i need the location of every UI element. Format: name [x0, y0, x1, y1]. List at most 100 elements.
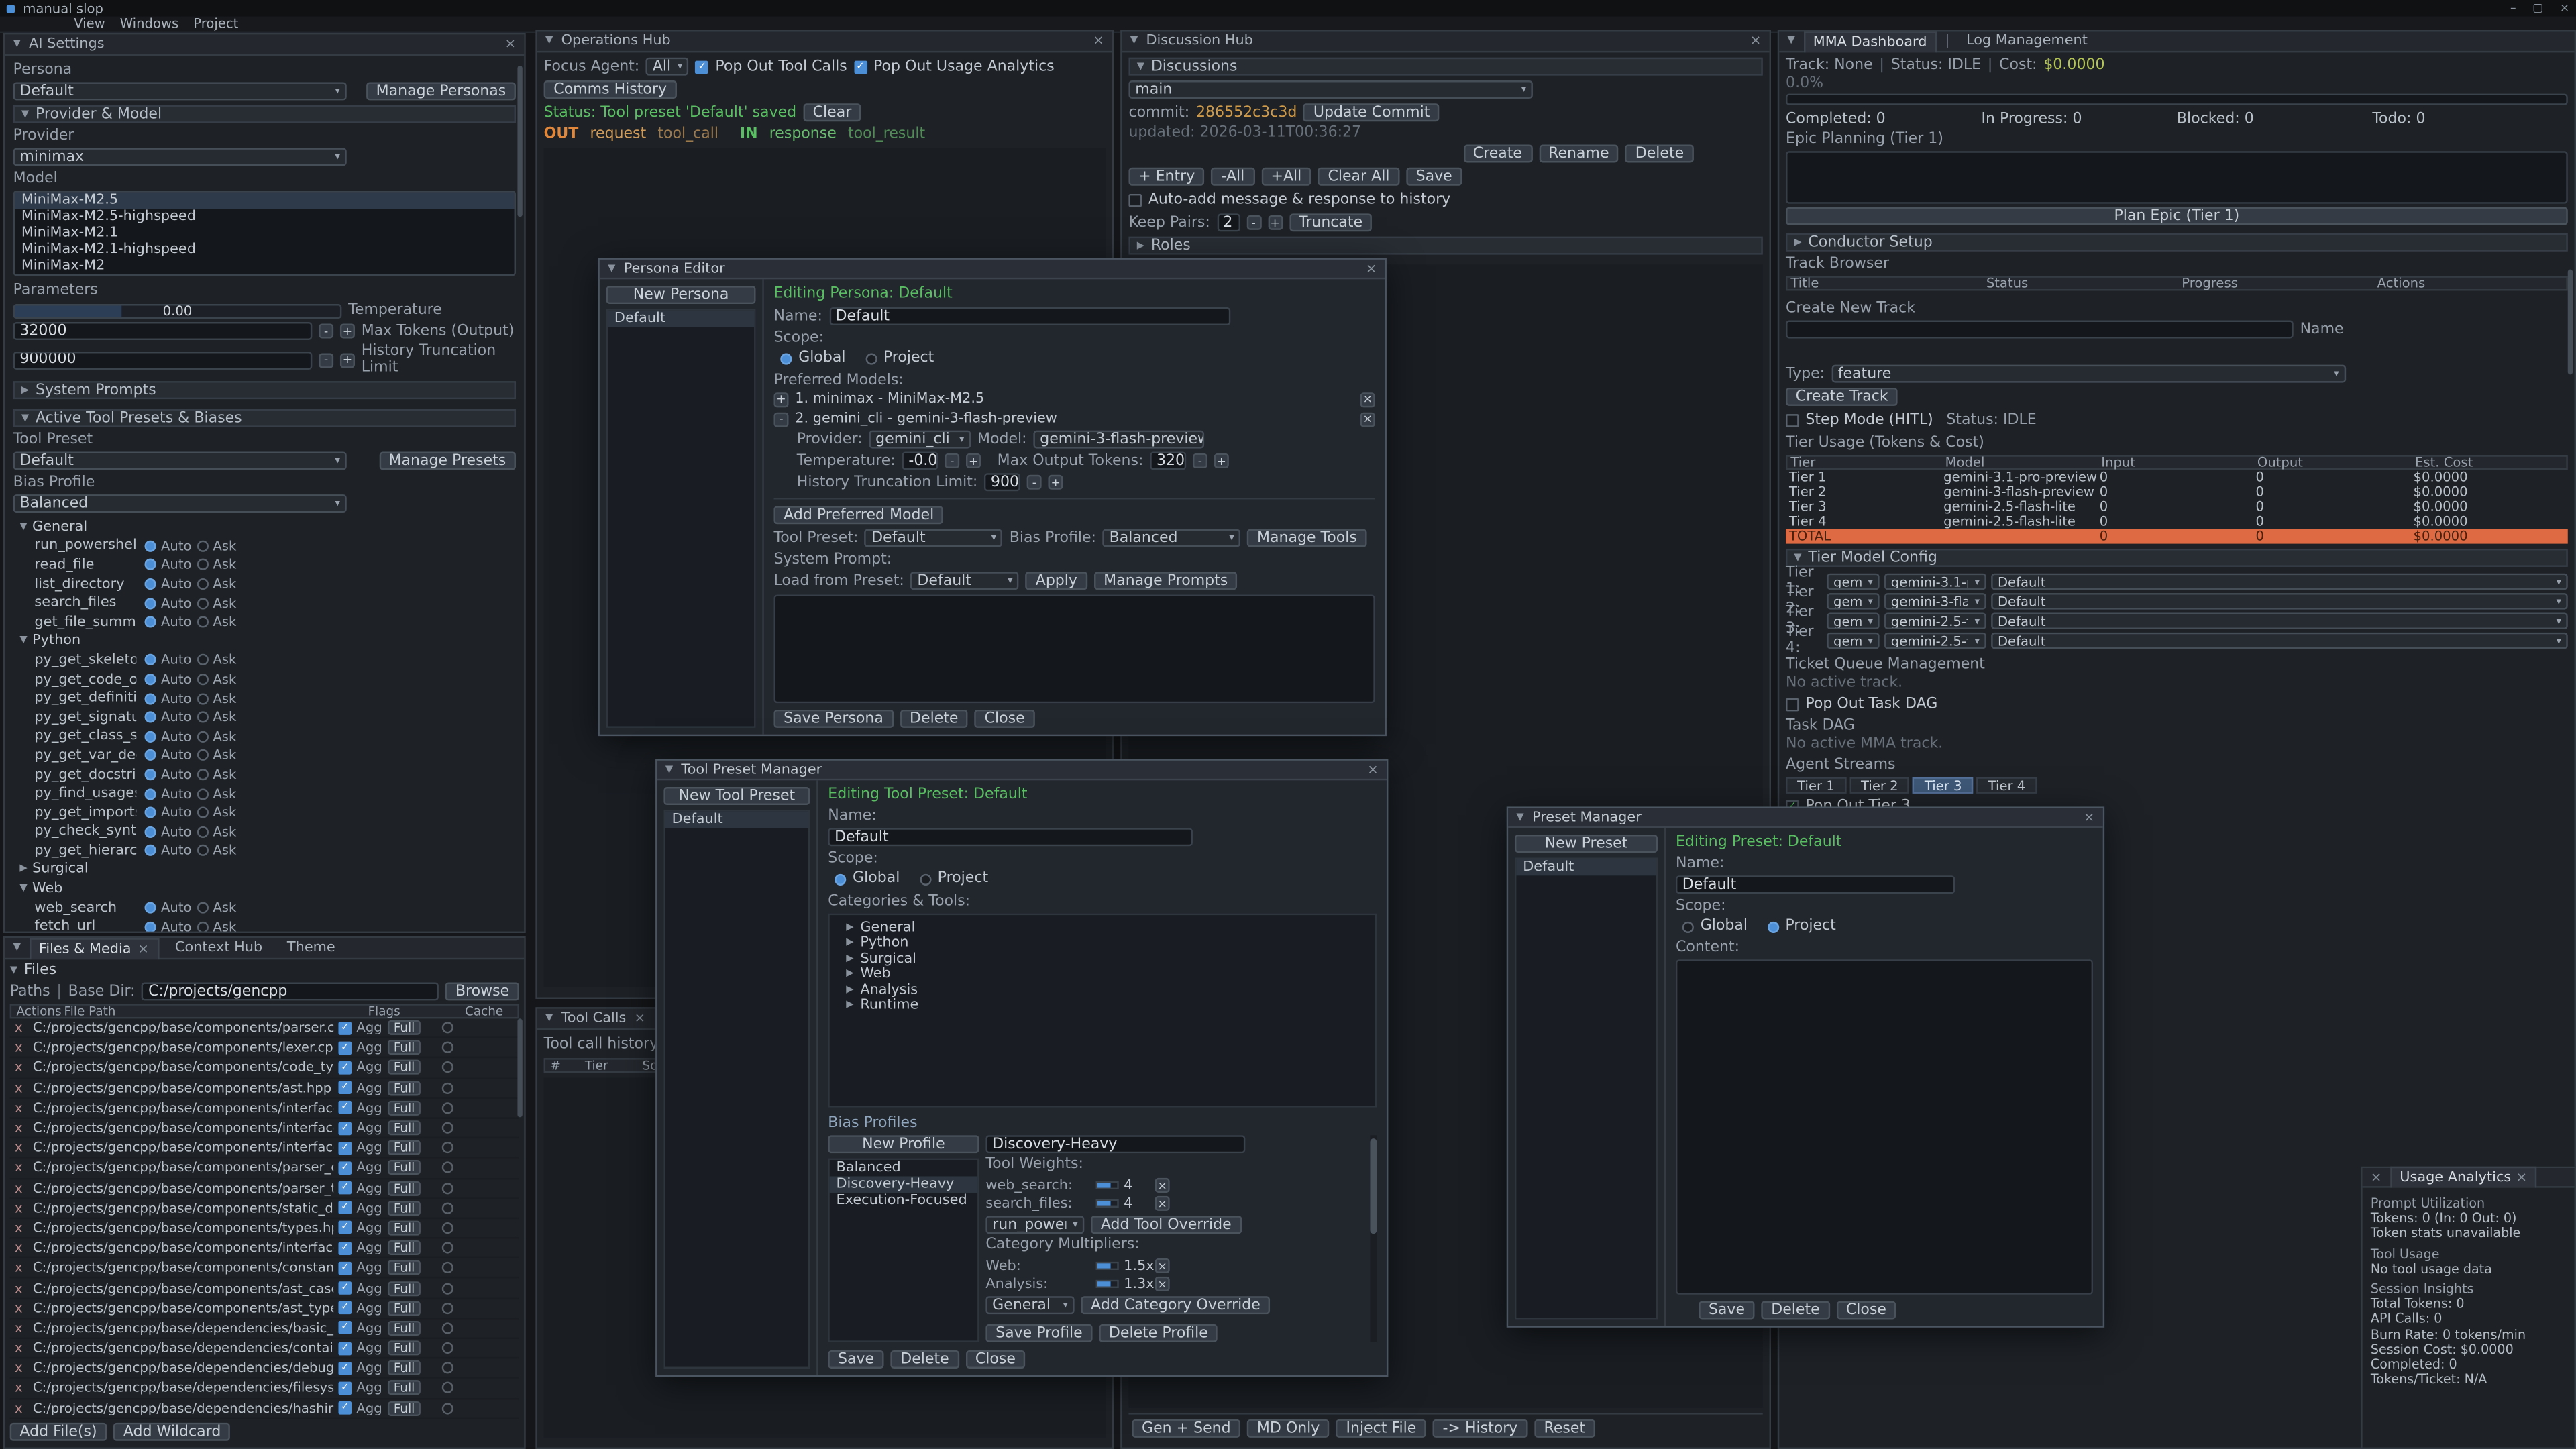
save-persona-button[interactable]: Save Persona [773, 710, 893, 728]
plan-epic-button[interactable]: Plan Epic (Tier 1) [1786, 207, 2568, 225]
auto-radio[interactable] [145, 750, 156, 761]
ask-radio[interactable] [197, 769, 208, 780]
agg-checkbox[interactable]: ✓ [338, 1102, 352, 1115]
ask-radio[interactable] [197, 807, 208, 818]
category-override-select[interactable]: General▾ [985, 1296, 1074, 1314]
auto-radio[interactable] [145, 902, 156, 914]
add-wildcard-button[interactable]: Add Wildcard [113, 1423, 231, 1441]
multiplier-slider[interactable] [1095, 1262, 1118, 1270]
agg-checkbox[interactable]: ✓ [338, 1161, 352, 1175]
system-prompt-textarea[interactable] [773, 595, 1375, 704]
ask-radio[interactable] [197, 598, 208, 609]
agg-checkbox[interactable]: ✓ [338, 1181, 352, 1195]
remove-model-button[interactable]: × [1360, 392, 1375, 407]
close-panel-icon[interactable]: × [1750, 34, 1761, 48]
tier-model-select[interactable]: gemini-3-flash-preview▾ [1884, 593, 1986, 609]
files-scrollbar[interactable] [517, 1018, 522, 1117]
tab-theme[interactable]: Theme [279, 938, 343, 957]
tier-persona-select[interactable]: Default▾ [1991, 574, 2568, 590]
close-icon[interactable]: × [2560, 1, 2569, 15]
agg-checkbox[interactable]: ✓ [338, 1201, 352, 1215]
full-button[interactable]: Full [387, 1360, 421, 1375]
menu-item[interactable]: View [74, 16, 105, 31]
preset-list-item[interactable]: Default [1516, 859, 1656, 875]
project-radio[interactable] [865, 352, 877, 364]
remove-file-button[interactable]: x [15, 1140, 28, 1155]
temperature-input[interactable]: -0.0 [902, 451, 938, 470]
discussion-action-button[interactable]: -> History [1433, 1419, 1527, 1438]
full-button[interactable]: Full [387, 1161, 421, 1175]
provider-select[interactable]: minimax▾ [13, 148, 347, 166]
multiplier-slider[interactable] [1095, 1280, 1118, 1288]
persona-bias-select[interactable]: Balanced▾ [1103, 529, 1241, 547]
tier-model-select[interactable]: gemini-2.5-flash-lite▾ [1884, 612, 1986, 629]
ask-radio[interactable] [197, 693, 208, 704]
system-prompts-header[interactable]: ▶System Prompts [13, 381, 516, 399]
full-button[interactable]: Full [387, 1260, 421, 1275]
delete-tool-preset-button[interactable]: Delete [891, 1350, 959, 1368]
ask-radio[interactable] [197, 826, 208, 837]
delete-persona-button[interactable]: Delete [900, 710, 968, 728]
group-caret-icon[interactable]: ▶ [19, 865, 27, 875]
stream-tab[interactable]: Tier 1 [1786, 777, 1846, 793]
delete-profile-button[interactable]: Delete Profile [1099, 1324, 1218, 1342]
tier-persona-select[interactable]: Default▾ [1991, 633, 2568, 649]
category-row[interactable]: ▶ Surgical [830, 951, 1375, 967]
auto-radio[interactable] [145, 826, 156, 837]
manage-tools-button[interactable]: Manage Tools [1247, 529, 1366, 547]
close-panel-icon[interactable]: × [635, 1012, 645, 1026]
conductor-setup-header[interactable]: ▶Conductor Setup [1786, 233, 2568, 252]
persona-name-input[interactable]: Default [829, 307, 1230, 325]
full-button[interactable]: Full [387, 1061, 421, 1075]
weight-slider[interactable] [1095, 1199, 1118, 1208]
decrement-button[interactable]: - [1246, 215, 1261, 230]
entry-model-select[interactable]: gemini-3-flash-preview▾ [1033, 431, 1204, 449]
full-button[interactable]: Full [387, 1381, 421, 1395]
tool-preset-select[interactable]: Default▾ [13, 451, 347, 470]
ask-radio[interactable] [197, 921, 208, 931]
tool-override-select[interactable]: run_powershell▾ [985, 1216, 1084, 1234]
remove-multiplier-button[interactable]: × [1155, 1258, 1170, 1273]
auto-radio[interactable] [145, 712, 156, 723]
tool-preset-name-input[interactable]: Default [828, 828, 1193, 846]
remove-file-button[interactable]: x [15, 1240, 28, 1255]
agg-checkbox[interactable]: ✓ [338, 1041, 352, 1055]
close-panel-icon[interactable]: × [505, 38, 516, 51]
delete-preset-button[interactable]: Delete [1762, 1301, 1830, 1320]
ask-radio[interactable] [197, 616, 208, 628]
minimize-icon[interactable]: – [2510, 1, 2516, 15]
remove-file-button[interactable]: x [15, 1301, 28, 1316]
manage-presets-button[interactable]: Manage Presets [379, 451, 516, 470]
ask-radio[interactable] [197, 674, 208, 685]
remove-file-button[interactable]: x [15, 1281, 28, 1295]
full-button[interactable]: Full [387, 1401, 421, 1415]
agg-checkbox[interactable]: ✓ [338, 1122, 352, 1135]
group-caret-icon[interactable]: ▼ [19, 522, 27, 532]
panel-menu-caret-icon[interactable]: ▼ [545, 1014, 553, 1024]
full-button[interactable]: Full [387, 1281, 421, 1295]
operations-hub-tab[interactable]: Operations Hub [561, 33, 671, 49]
auto-radio[interactable] [145, 598, 156, 609]
save-discussion-button[interactable]: Save [1406, 168, 1462, 186]
panel-menu-caret-icon[interactable]: ▼ [13, 943, 21, 953]
close-button[interactable]: Close [975, 710, 1034, 728]
close-tab-icon[interactable]: × [138, 942, 148, 955]
auto-radio[interactable] [145, 693, 156, 704]
ask-radio[interactable] [197, 750, 208, 761]
create-track-button[interactable]: Create Track [1786, 388, 1898, 406]
agg-checkbox[interactable]: ✓ [338, 1242, 352, 1255]
remove-file-button[interactable]: x [15, 1360, 28, 1375]
full-button[interactable]: Full [387, 1321, 421, 1336]
auto-add-checkbox[interactable] [1128, 194, 1142, 207]
paths-label[interactable]: Paths [10, 983, 50, 1000]
active-presets-header[interactable]: ▼Active Tool Presets & Biases [13, 409, 516, 427]
full-button[interactable]: Full [387, 1081, 421, 1095]
new-preset-button[interactable]: New Preset [1515, 835, 1658, 853]
full-button[interactable]: Full [387, 1341, 421, 1356]
add-tool-override-button[interactable]: Add Tool Override [1091, 1216, 1241, 1234]
auto-radio[interactable] [145, 788, 156, 800]
save-tool-preset-button[interactable]: Save [828, 1350, 883, 1368]
model-option[interactable]: MiniMax-M2.5 [15, 193, 514, 209]
roles-header[interactable]: ▶Roles [1128, 237, 1762, 255]
pop-out-task-dag-checkbox[interactable] [1786, 698, 1799, 712]
